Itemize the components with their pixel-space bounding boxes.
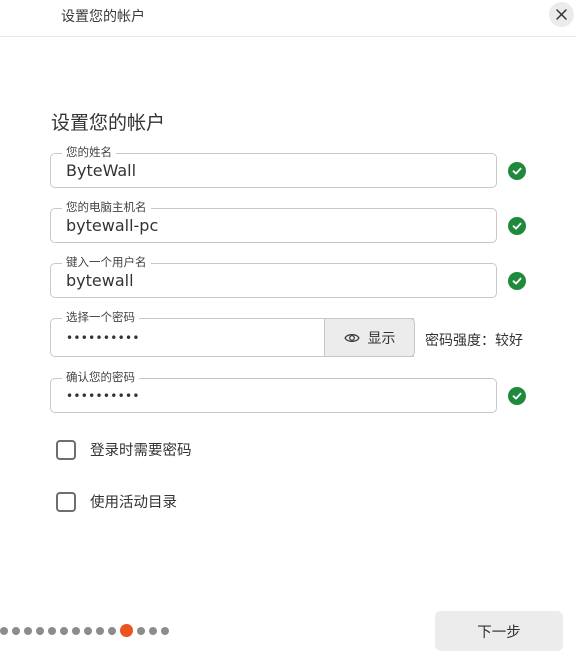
name-field[interactable]: 您的姓名 ByteWall	[50, 145, 497, 188]
step-indicator	[0, 624, 169, 637]
step-dot	[161, 626, 169, 635]
confirm-password-field[interactable]: 确认您的密码 ••••••••••	[50, 370, 497, 413]
step-dot	[24, 626, 32, 635]
titlebar: 设置您的帐户	[0, 0, 576, 37]
computer-name-field-label: 您的电脑主机名	[62, 200, 151, 214]
computer-name-valid-check-icon	[508, 217, 526, 235]
close-icon	[556, 9, 567, 20]
step-dot-active	[120, 624, 133, 637]
username-field-label: 键入一个用户名	[62, 255, 151, 269]
password-strength-text: 密码强度：较好	[425, 333, 523, 349]
confirm-password-field-value: ••••••••••	[66, 389, 140, 403]
step-dot	[72, 626, 80, 635]
username-valid-check-icon	[508, 272, 526, 290]
step-dot	[36, 626, 44, 635]
next-button-label: 下一步	[477, 624, 521, 641]
confirm-valid-check-icon	[508, 387, 526, 405]
username-field[interactable]: 键入一个用户名 bytewall	[50, 255, 497, 298]
window-title: 设置您的帐户	[61, 9, 145, 25]
computer-name-field[interactable]: 您的电脑主机名 bytewall-pc	[50, 200, 497, 243]
step-dot	[108, 626, 116, 635]
password-field-value: ••••••••••	[66, 331, 140, 345]
require-password-checkbox[interactable]	[56, 439, 76, 460]
name-field-label: 您的姓名	[62, 145, 116, 159]
active-directory-option[interactable]: 使用活动目录	[56, 491, 177, 512]
active-directory-checkbox[interactable]	[56, 491, 76, 512]
step-dot	[0, 626, 8, 635]
show-password-label: 显示	[367, 330, 396, 347]
step-dot	[60, 626, 68, 635]
computer-name-field-value: bytewall-pc	[66, 216, 159, 235]
step-dot	[12, 626, 20, 635]
confirm-password-field-label: 确认您的密码	[62, 370, 139, 384]
username-field-value: bytewall	[66, 271, 134, 290]
name-field-value: ByteWall	[66, 161, 137, 180]
eye-icon	[343, 333, 360, 342]
step-dot	[137, 626, 145, 635]
page-heading: 设置您的帐户	[51, 112, 166, 134]
step-dot	[149, 626, 157, 635]
next-button[interactable]: 下一步	[435, 611, 563, 651]
step-dot	[84, 626, 92, 635]
require-password-option[interactable]: 登录时需要密码	[56, 439, 192, 460]
require-password-label: 登录时需要密码	[90, 443, 192, 459]
password-field-label: 选择一个密码	[62, 310, 139, 324]
close-button[interactable]	[549, 2, 574, 27]
step-dot	[96, 626, 104, 635]
step-dot	[48, 626, 56, 635]
active-directory-label: 使用活动目录	[90, 495, 177, 511]
show-password-button[interactable]: 显示	[324, 318, 415, 357]
name-valid-check-icon	[508, 162, 526, 180]
